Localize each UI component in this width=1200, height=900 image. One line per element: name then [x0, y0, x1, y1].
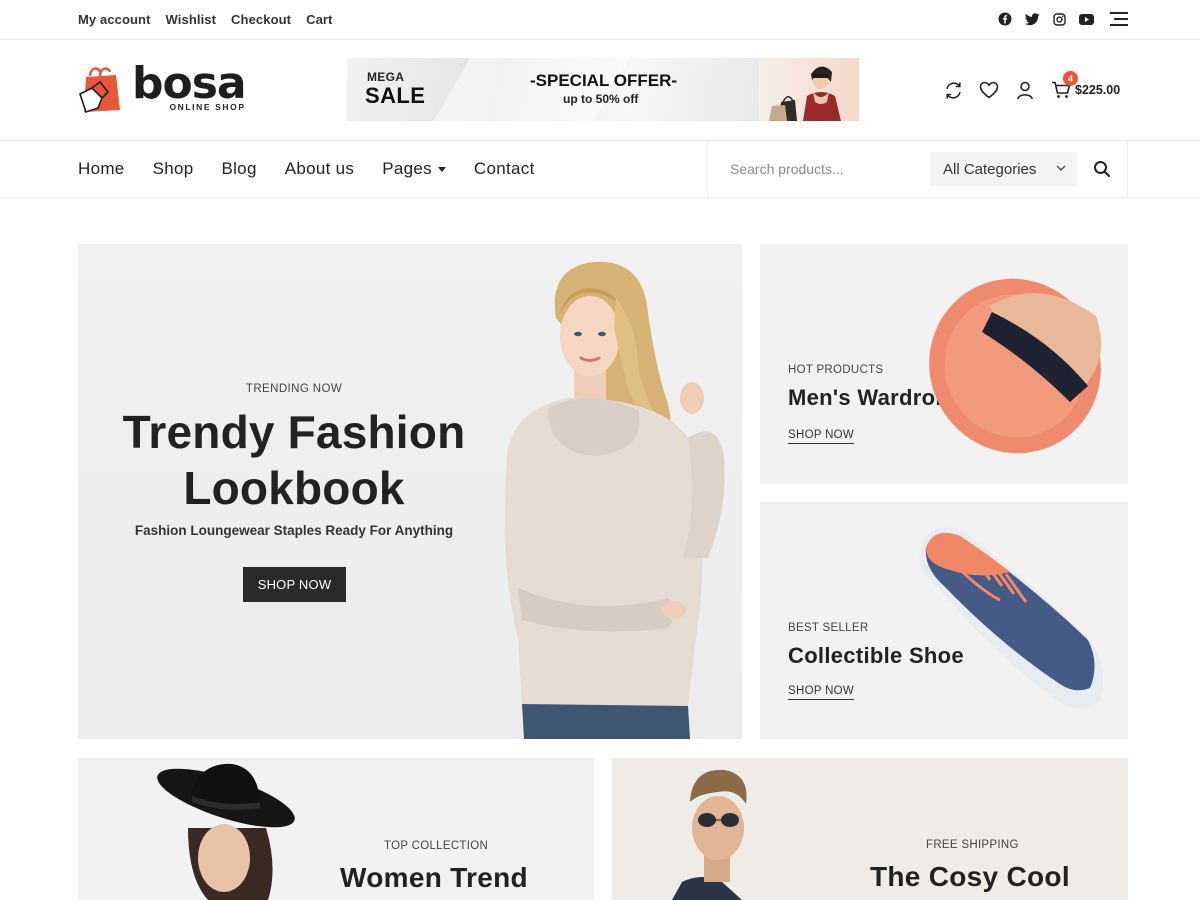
promo-banner[interactable]: MEGA SALE -SPECIAL OFFER- up to 50% off: [347, 58, 859, 121]
hero-kicker: TRENDING NOW: [245, 383, 343, 395]
chevron-down-icon: [1056, 165, 1066, 171]
sneaker-product-image: [919, 527, 1104, 709]
promo-card-mens-wardrobe[interactable]: HOT PRODUCTS Men's Wardrobe SHOP NOW: [760, 244, 1128, 484]
search-input[interactable]: [718, 153, 918, 185]
man-sunglasses-image: [672, 769, 747, 900]
main-navigation: Home Shop Blog About us Pages Contact Al…: [0, 141, 1200, 198]
woman-hat-image: [157, 763, 295, 900]
card-kicker: BEST SELLER: [788, 622, 869, 634]
product-search: All Categories: [707, 141, 1128, 197]
card-shop-now-link[interactable]: SHOP NOW: [788, 685, 855, 700]
header-actions: 4 $225.00: [943, 71, 1120, 100]
logo-name: bosa: [132, 58, 247, 109]
card-title: Women Trend: [340, 862, 528, 893]
nav-pages[interactable]: Pages: [382, 159, 446, 179]
logo-wordmark: bosa ONLINE SHOP: [132, 58, 247, 113]
search-icon[interactable]: [1093, 160, 1111, 178]
cart-total[interactable]: $225.00: [1075, 83, 1120, 97]
user-icon[interactable]: [1015, 80, 1035, 100]
card-kicker: HOT PRODUCTS: [788, 364, 884, 376]
twitter-icon[interactable]: [1024, 11, 1040, 27]
nav-about-us[interactable]: About us: [285, 159, 355, 179]
nav-links: Home Shop Blog About us Pages Contact: [78, 159, 535, 179]
hero-banner: TRENDING NOW Trendy Fashion Lookbook Fas…: [78, 244, 742, 739]
top-links: My account Wishlist Checkout Cart: [78, 12, 333, 27]
promo-card-collectible-shoe[interactable]: BEST SELLER Collectible Shoe SHOP NOW: [760, 502, 1128, 739]
category-select[interactable]: All Categories: [930, 152, 1077, 186]
card-title: The Cosy Cool: [870, 861, 1070, 892]
instagram-icon[interactable]: [1051, 11, 1067, 27]
compare-icon[interactable]: [943, 80, 963, 100]
site-header: bosa ONLINE SHOP MEGA SALE -SPECIAL OFFE…: [0, 40, 1200, 141]
cart-icon[interactable]: 4: [1051, 71, 1078, 100]
hero-title-line-1: Trendy Fashion: [122, 406, 466, 458]
promo-model-photo: [759, 58, 859, 121]
hamburger-menu-icon[interactable]: [1110, 12, 1128, 26]
promo-card-women-trend[interactable]: TOP COLLECTION Women Trend: [78, 758, 594, 900]
nav-contact[interactable]: Contact: [474, 159, 535, 179]
card-kicker: TOP COLLECTION: [384, 840, 489, 852]
my-account-link[interactable]: My account: [78, 12, 151, 27]
hero-subtitle: Fashion Loungewear Staples Ready For Any…: [134, 523, 454, 538]
promo-discount-text: up to 50% off: [563, 92, 639, 106]
promo-card-cosy-cool[interactable]: FREE SHIPPING The Cosy Cool: [612, 758, 1128, 900]
nav-blog[interactable]: Blog: [221, 159, 256, 179]
card-shop-now-link[interactable]: SHOP NOW: [788, 429, 855, 444]
hero-title-line-2: Lookbook: [183, 462, 405, 514]
top-bar: My account Wishlist Checkout Cart: [0, 0, 1200, 40]
hero-model-image: [504, 261, 725, 739]
wishlist-link[interactable]: Wishlist: [166, 12, 217, 27]
youtube-icon[interactable]: [1078, 11, 1094, 27]
cart-link[interactable]: Cart: [306, 12, 332, 27]
shopping-bag-logo-icon: [79, 67, 120, 114]
promo-offer-text: -SPECIAL OFFER-: [530, 71, 678, 90]
nav-home[interactable]: Home: [78, 159, 125, 179]
facebook-icon[interactable]: [997, 11, 1013, 27]
checkout-link[interactable]: Checkout: [231, 12, 291, 27]
site-logo[interactable]: bosa ONLINE SHOP: [78, 58, 247, 114]
wishlist-heart-icon[interactable]: [979, 80, 999, 100]
promo-sale-text: SALE: [365, 83, 426, 108]
caret-down-icon: [437, 166, 446, 172]
category-select-value: All Categories: [943, 160, 1037, 178]
hat-product-image: [929, 278, 1102, 454]
nav-shop[interactable]: Shop: [153, 159, 194, 179]
hero-title: Trendy Fashion Lookbook: [78, 404, 510, 516]
nav-pages-label: Pages: [382, 159, 432, 178]
promo-mega-text: MEGA: [367, 70, 405, 84]
hero-shop-now-button[interactable]: SHOP NOW: [243, 567, 346, 602]
card-kicker: FREE SHIPPING: [926, 839, 1019, 851]
social-links: [997, 11, 1094, 27]
cart-count-badge: 4: [1063, 71, 1078, 86]
